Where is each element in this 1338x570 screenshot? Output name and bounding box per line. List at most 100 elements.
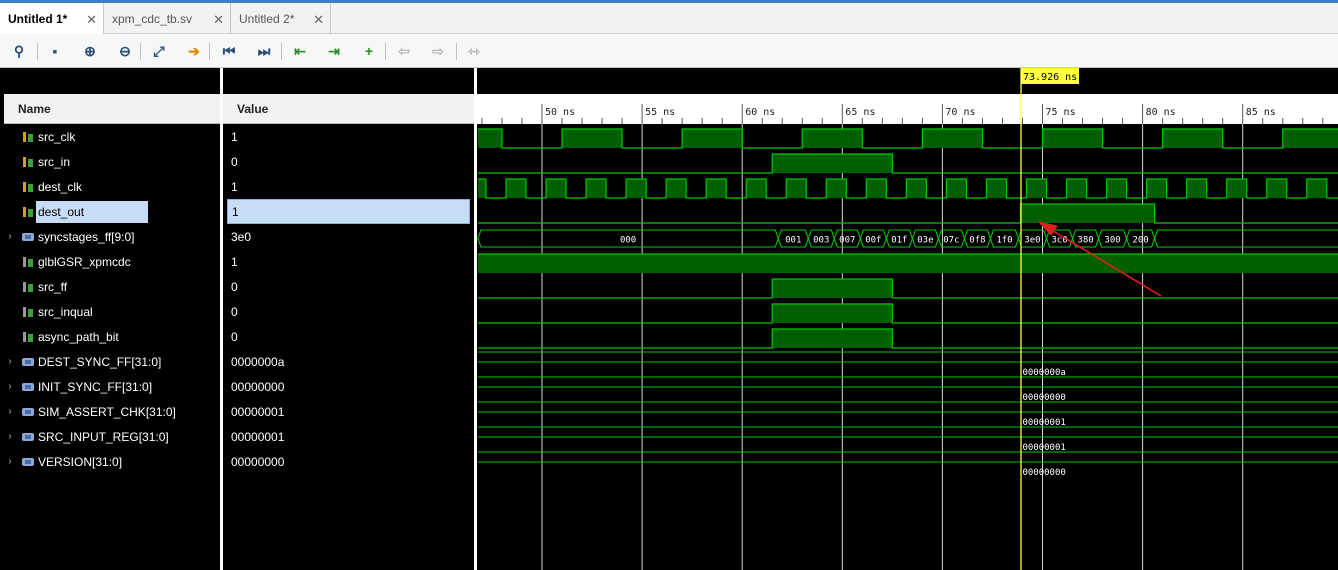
signal-row[interactable]: › INIT_SYNC_FF[31:0] [4,374,152,399]
next-transition-icon[interactable]: ⇥ [323,40,345,62]
logic-signal-icon [22,331,34,343]
toolbar-separator [209,43,210,60]
logic-signal-icon [22,306,34,318]
signal-row[interactable]: dest_out [4,199,149,224]
bus-value-label: 380 [1077,236,1093,246]
signal-value[interactable]: 0000000a [223,349,284,374]
signal-high-fill [906,179,927,198]
signal-row[interactable]: › syncstages_ff[9:0] [4,224,134,249]
signal-row[interactable]: src_ff [4,274,67,299]
ruler-tick-label: 55 ns [645,107,675,118]
signal-high-fill [986,179,1007,198]
signal-value[interactable]: 1 [223,174,238,199]
signal-waveform [477,303,1338,324]
search-icon[interactable]: ⚲ [8,40,30,62]
go-to-cursor-icon[interactable]: ➔ [183,40,205,62]
tab-0[interactable]: Untitled 1* ✕ [0,3,104,34]
signal-waveform [477,153,1338,174]
signal-row[interactable]: › SIM_ASSERT_CHK[31:0] [4,399,176,424]
bus-constant-line [477,451,1338,463]
go-to-last-time-icon[interactable]: ⏭ [253,40,275,62]
signal-value[interactable]: 00000001 [223,424,284,449]
signal-row[interactable]: dest_clk [4,174,82,199]
zoom-in-icon[interactable]: ⊕ [79,40,101,62]
save-icon[interactable]: ▪ [44,40,66,62]
value-column-header[interactable]: Value [223,94,474,124]
close-icon[interactable]: ✕ [213,12,224,28]
signal-row[interactable]: › SRC_INPUT_REG[31:0] [4,424,168,449]
signal-value[interactable]: 00000001 [223,399,284,424]
bus-constant-line [477,376,1338,388]
logic-signal-icon [22,131,34,143]
signal-name: src_inqual [38,304,93,319]
go-to-time-0-icon[interactable]: ⏮ [218,40,240,62]
signal-value[interactable]: 1 [227,199,470,224]
tab-label: Untitled 2* [239,11,295,26]
signal-high-fill [477,254,1338,273]
signal-name: VERSION[31:0] [38,454,123,469]
signal-value[interactable]: 00000000 [223,374,284,399]
toolbar-separator [140,43,141,60]
signal-waveform [477,203,1338,224]
signal-value[interactable]: 3e0 [223,224,251,249]
close-icon[interactable]: ✕ [313,12,324,28]
bus-value-label: 0f8 [969,236,985,246]
signal-high-fill [786,179,807,198]
signal-row[interactable]: › DEST_SYNC_FF[31:0] [4,349,161,374]
signal-value[interactable]: 0 [223,299,238,324]
signal-value[interactable]: 0 [223,274,238,299]
waveform-toolbar: ⚲ ▪ ⊕ ⊖ ⤢ ➔ ⏮ ⏭ ⇤ ⇥ + ⇦ ⇨ ⇿ [0,34,1338,68]
logic-signal-icon [22,181,34,193]
expand-chevron-icon[interactable]: › [4,406,16,417]
tab-bar: Untitled 1* ✕ xpm_cdc_tb.sv ✕ Untitled 2* ✕ [0,0,1338,34]
bus-segment [1154,229,1338,248]
tab-1[interactable]: xpm_cdc_tb.sv ✕ [104,3,231,34]
signal-high-fill [772,329,893,348]
signal-value[interactable]: 1 [223,124,238,149]
bus-value-label: 200 [1132,236,1148,246]
previous-transition-icon[interactable]: ⇤ [289,40,311,62]
expand-chevron-icon[interactable]: › [4,381,16,392]
signal-value[interactable]: 0 [223,149,238,174]
signal-high-fill [922,129,983,148]
ruler-tick-label: 70 ns [945,107,975,118]
tab-2[interactable]: Untitled 2* ✕ [231,3,331,34]
ruler-tick-label: 85 ns [1246,107,1276,118]
signal-high-fill [1266,179,1287,198]
previous-marker-icon[interactable]: ⇦ [393,40,415,62]
expand-chevron-icon[interactable]: › [4,456,16,467]
signal-high-fill [772,154,893,173]
name-column-header[interactable]: Name [4,94,220,124]
waveform-viewer[interactable]: 50 ns 55 ns 60 ns 65 ns 70 ns 75 ns 80 ns 85 ns… [477,68,1338,570]
expand-chevron-icon[interactable]: › [4,431,16,442]
signal-high-fill [866,179,887,198]
signal-value[interactable]: 00000000 [223,449,284,474]
bus-value-label: 01f [891,236,907,246]
logic-signal-icon [22,256,34,268]
expand-chevron-icon[interactable]: › [4,231,16,242]
close-icon[interactable]: ✕ [86,12,97,28]
bus-signal-icon [22,231,34,243]
signal-name: dest_out [36,200,149,223]
bus-signal-icon [22,456,34,468]
expand-chevron-icon[interactable]: › [4,356,16,367]
swap-cursors-icon[interactable]: ⇿ [463,40,485,62]
signal-row[interactable]: glblGSR_xpmcdc [4,249,131,274]
signal-value[interactable]: 1 [223,249,238,274]
signal-row[interactable]: async_path_bit [4,324,119,349]
zoom-fit-icon[interactable]: ⤢ [148,40,170,62]
ruler-tick-label: 80 ns [1146,107,1176,118]
signal-high-fill [477,129,502,148]
ruler-tick-label: 75 ns [1046,107,1076,118]
add-marker-icon[interactable]: + [358,40,380,62]
signal-high-fill [586,179,607,198]
bus-constant-line [477,426,1338,438]
signal-value[interactable]: 0 [223,324,238,349]
signal-row[interactable]: src_clk [4,124,75,149]
next-marker-icon[interactable]: ⇨ [427,40,449,62]
signal-row[interactable]: src_in [4,149,70,174]
signal-row[interactable]: › VERSION[31:0] [4,449,122,474]
zoom-out-icon[interactable]: ⊖ [114,40,136,62]
signal-row[interactable]: src_inqual [4,299,93,324]
signal-high-fill [1162,129,1223,148]
